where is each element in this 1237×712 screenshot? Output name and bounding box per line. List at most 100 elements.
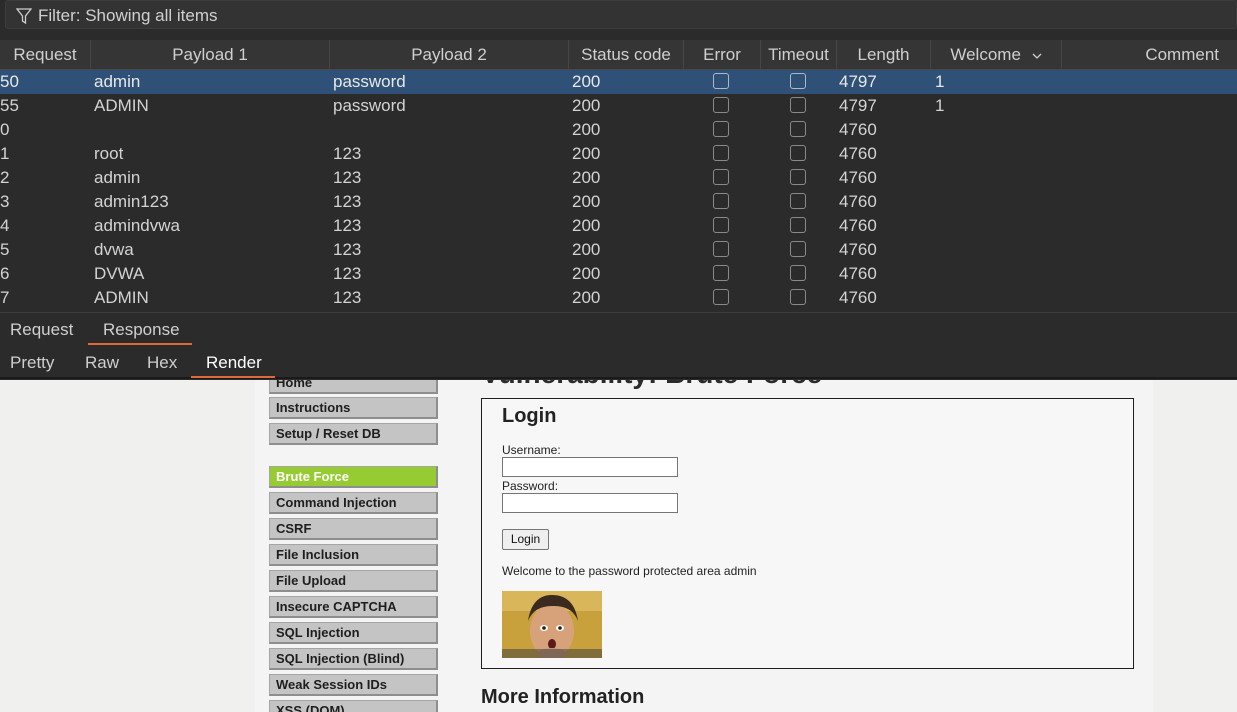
nav-file-inclusion[interactable]: File Inclusion xyxy=(269,544,438,566)
cell-status: 200 xyxy=(572,288,601,307)
render-pane: Vulnerability: Brute Force Home Instruct… xyxy=(0,380,1237,712)
error-checkbox[interactable] xyxy=(713,289,729,305)
column-header-status[interactable]: Status code xyxy=(569,40,684,69)
nav-file-upload[interactable]: File Upload xyxy=(269,570,438,592)
cell-payload2: 123 xyxy=(333,168,362,187)
column-header-timeout[interactable]: Timeout xyxy=(761,40,837,69)
password-field[interactable] xyxy=(502,493,678,513)
nav-command-injection[interactable]: Command Injection xyxy=(269,492,438,514)
table-row[interactable]: 3 admin123 123 200 4760 xyxy=(0,190,1237,214)
cell-payload2: 123 xyxy=(333,264,362,283)
cell-status: 200 xyxy=(572,144,601,163)
cell-request: 4 xyxy=(0,216,10,235)
tab-raw[interactable]: Raw xyxy=(85,346,119,378)
timeout-checkbox[interactable] xyxy=(790,241,806,257)
cell-length: 4760 xyxy=(839,192,877,211)
error-checkbox[interactable] xyxy=(713,73,729,89)
timeout-checkbox[interactable] xyxy=(790,193,806,209)
error-checkbox[interactable] xyxy=(713,193,729,209)
cell-payload2: 123 xyxy=(333,192,362,211)
nav-setup[interactable]: Setup / Reset DB xyxy=(269,423,438,445)
message-tabs: Request Response xyxy=(0,312,1237,346)
column-header-comment[interactable]: Comment xyxy=(1062,40,1237,69)
login-button[interactable]: Login xyxy=(502,529,549,550)
tab-hex[interactable]: Hex xyxy=(147,346,177,378)
timeout-checkbox[interactable] xyxy=(790,217,806,233)
column-header-welcome[interactable]: Welcome xyxy=(931,40,1062,69)
cell-length: 4760 xyxy=(839,144,877,163)
table-row[interactable]: 2 admin 123 200 4760 xyxy=(0,166,1237,190)
error-checkbox[interactable] xyxy=(713,241,729,257)
cell-request: 1 xyxy=(0,144,10,163)
cell-payload2: 123 xyxy=(333,288,362,307)
table-row[interactable]: 6 DVWA 123 200 4760 xyxy=(0,262,1237,286)
timeout-checkbox[interactable] xyxy=(790,289,806,305)
table-row[interactable]: 5 dvwa 123 200 4760 xyxy=(0,238,1237,262)
nav-brute-force[interactable]: Brute Force xyxy=(269,466,438,488)
table-row[interactable]: 50 admin password 200 4797 1 xyxy=(0,70,1237,94)
error-checkbox[interactable] xyxy=(713,265,729,281)
nav-xss-dom[interactable]: XSS (DOM) xyxy=(269,700,438,712)
timeout-checkbox[interactable] xyxy=(790,265,806,281)
cell-welcome: 1 xyxy=(935,96,945,115)
cell-payload2: password xyxy=(333,72,406,91)
view-tabs: Pretty Raw Hex Render xyxy=(0,346,1237,379)
results-table-header: Request Payload 1 Payload 2 Status code … xyxy=(0,40,1237,70)
cell-status: 200 xyxy=(572,96,601,115)
cell-payload1: ADMIN xyxy=(94,96,149,115)
cell-payload1: ADMIN xyxy=(94,288,149,307)
cell-status: 200 xyxy=(572,72,601,91)
error-checkbox[interactable] xyxy=(713,121,729,137)
filter-input[interactable]: Filter: Showing all items xyxy=(5,0,1237,29)
column-header-request[interactable]: Request xyxy=(0,40,91,69)
table-row[interactable]: 4 admindvwa 123 200 4760 xyxy=(0,214,1237,238)
welcome-message: Welcome to the password protected area a… xyxy=(502,564,757,578)
cell-payload1: dvwa xyxy=(94,240,134,259)
timeout-checkbox[interactable] xyxy=(790,97,806,113)
table-row[interactable]: 1 root 123 200 4760 xyxy=(0,142,1237,166)
nav-csrf[interactable]: CSRF xyxy=(269,518,438,540)
username-label: Username: xyxy=(502,443,561,457)
cell-request: 5 xyxy=(0,240,10,259)
tab-pretty[interactable]: Pretty xyxy=(10,346,54,378)
column-header-payload1[interactable]: Payload 1 xyxy=(91,40,330,69)
cell-payload2: 123 xyxy=(333,216,362,235)
error-checkbox[interactable] xyxy=(713,145,729,161)
nav-home[interactable]: Home xyxy=(269,380,438,394)
cell-request: 50 xyxy=(0,72,19,91)
table-row[interactable]: 0 200 4760 xyxy=(0,118,1237,142)
user-avatar-image xyxy=(502,591,602,658)
error-checkbox[interactable] xyxy=(713,97,729,113)
tab-render[interactable]: Render xyxy=(206,346,262,378)
cell-status: 200 xyxy=(572,240,601,259)
dvwa-page: Vulnerability: Brute Force Home Instruct… xyxy=(255,380,1153,712)
username-field[interactable] xyxy=(502,457,678,477)
cell-length: 4797 xyxy=(839,72,877,91)
timeout-checkbox[interactable] xyxy=(790,169,806,185)
table-row[interactable]: 55 ADMIN password 200 4797 1 xyxy=(0,94,1237,118)
tab-request[interactable]: Request xyxy=(10,313,73,345)
timeout-checkbox[interactable] xyxy=(790,121,806,137)
column-header-error[interactable]: Error xyxy=(684,40,761,69)
nav-sql-injection-blind[interactable]: SQL Injection (Blind) xyxy=(269,648,438,670)
cell-payload1: DVWA xyxy=(94,264,145,283)
cell-welcome: 1 xyxy=(935,72,945,91)
nav-weak-session-ids[interactable]: Weak Session IDs xyxy=(269,674,438,696)
error-checkbox[interactable] xyxy=(713,169,729,185)
cell-payload1: root xyxy=(94,144,124,163)
error-checkbox[interactable] xyxy=(713,217,729,233)
timeout-checkbox[interactable] xyxy=(790,73,806,89)
tab-response[interactable]: Response xyxy=(103,313,180,345)
nav-instructions[interactable]: Instructions xyxy=(269,397,438,419)
nav-sql-injection[interactable]: SQL Injection xyxy=(269,622,438,644)
nav-insecure-captcha[interactable]: Insecure CAPTCHA xyxy=(269,596,438,618)
table-row[interactable]: 7 ADMIN 123 200 4760 xyxy=(0,286,1237,310)
column-header-welcome-label: Welcome xyxy=(950,45,1021,64)
cell-payload1: admin xyxy=(94,72,141,91)
column-header-payload2[interactable]: Payload 2 xyxy=(330,40,569,69)
cell-length: 4797 xyxy=(839,96,877,115)
column-header-length[interactable]: Length xyxy=(837,40,931,69)
cell-payload2: 123 xyxy=(333,240,362,259)
timeout-checkbox[interactable] xyxy=(790,145,806,161)
cell-length: 4760 xyxy=(839,288,877,307)
